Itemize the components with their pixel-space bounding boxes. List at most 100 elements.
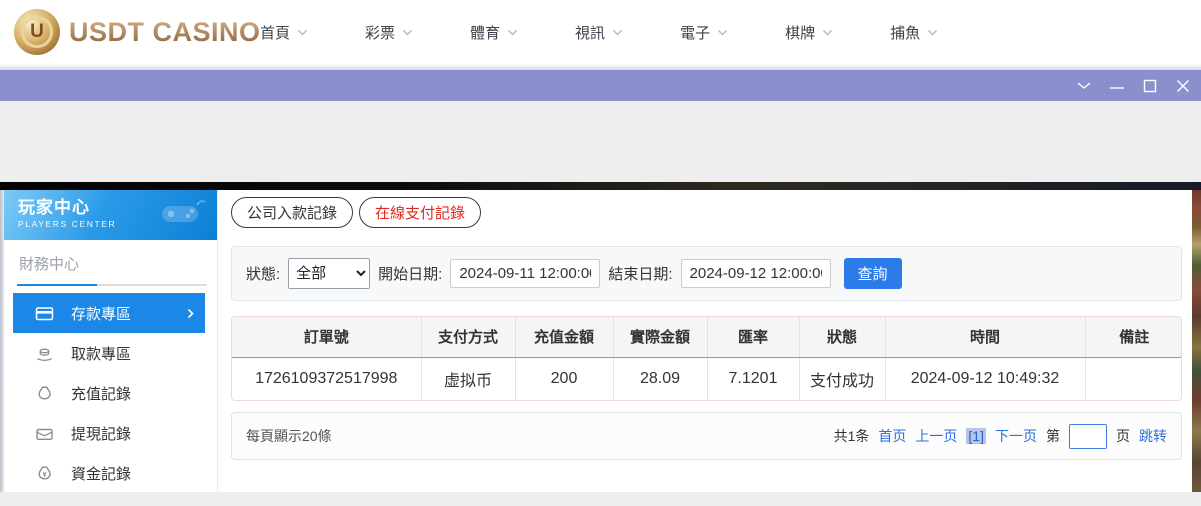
sidebar-item-withdrawal-records[interactable]: 提現記錄: [13, 413, 209, 453]
player-center-subtitle: PLAYERS CENTER: [18, 219, 117, 229]
record-tabs: 公司入款記錄 在線支付記錄: [231, 197, 482, 228]
bank-card-icon: [34, 303, 54, 323]
nav-item-fishing[interactable]: 捕魚: [890, 22, 938, 43]
end-date-input[interactable]: [680, 259, 831, 288]
total-count-text: 共1条: [833, 428, 870, 444]
first-page-link[interactable]: 首页: [878, 426, 906, 446]
page-size-text: 每頁顯示20條: [246, 428, 332, 444]
maximize-icon[interactable]: [1142, 78, 1158, 94]
nav-label: 電子: [680, 24, 711, 42]
chevron-down-icon: [717, 29, 728, 36]
player-center-banner: 玩家中心 PLAYERS CENTER: [4, 190, 217, 240]
search-button[interactable]: 查詢: [843, 258, 902, 289]
background-page-edge: [1192, 190, 1201, 492]
chevron-down-icon: [507, 29, 518, 36]
app-window: U USDT CASINO 首頁 彩票 體育 視訊 電子 棋牌 捕魚 玩家中心 …: [0, 0, 1201, 506]
wallet-icon: [34, 423, 54, 443]
table-header-row: 訂單號 支付方式 充值金額 實際金額 匯率 狀態 時間 備註: [232, 317, 1181, 358]
cell-status: 支付成功: [799, 357, 886, 400]
cell-remark: [1085, 357, 1181, 400]
nav-item-lottery[interactable]: 彩票: [365, 22, 413, 43]
collapse-icon[interactable]: [1076, 78, 1092, 94]
col-actual-amount: 實際金額: [613, 317, 708, 358]
chevron-down-icon: [402, 29, 413, 36]
col-recharge-amount: 充值金額: [515, 317, 614, 358]
end-date-label: 結束日期:: [608, 266, 673, 283]
jump-prefix-label: 第: [1046, 428, 1060, 444]
cell-order-number: 1726109372517998: [232, 357, 422, 400]
nav-label: 捕魚: [890, 24, 921, 42]
window-titlebar: [0, 70, 1201, 101]
status-select[interactable]: 全部: [288, 258, 371, 289]
site-logo[interactable]: U USDT CASINO: [14, 9, 261, 55]
pagination-bar: 每頁顯示20條 共1条 首页 上一页 [1] 下一页 第 页 跳转: [231, 412, 1182, 460]
sidebar-divider: [17, 284, 207, 286]
col-exchange-rate: 匯率: [707, 317, 800, 358]
sidebar-item-deposit-zone[interactable]: 存款專區: [13, 293, 205, 333]
sidebar-item-label: 提現記錄: [71, 425, 132, 443]
sidebar-item-funds-records[interactable]: 資金記錄: [13, 453, 209, 493]
window-controls: [1076, 70, 1191, 101]
sidebar-section-title: 財務中心: [19, 256, 80, 273]
status-label: 狀態:: [246, 266, 281, 283]
minimize-icon[interactable]: [1109, 78, 1125, 94]
sidebar-item-label: 充值記錄: [71, 385, 132, 403]
sidebar-item-recharge-records[interactable]: 充值記錄: [13, 373, 209, 413]
chevron-down-icon: [822, 29, 833, 36]
nav-item-home[interactable]: 首頁: [260, 22, 308, 43]
filter-bar: 狀態: 全部 開始日期: 結束日期: 查詢: [231, 246, 1182, 301]
nav-item-sports[interactable]: 體育: [470, 22, 518, 43]
player-center-title: 玩家中心: [18, 198, 90, 217]
logo-text: USDT CASINO: [69, 16, 261, 47]
start-date-input[interactable]: [450, 259, 601, 288]
next-page-link[interactable]: 下一页: [995, 426, 1037, 446]
nav-label: 體育: [470, 24, 501, 42]
col-payment-method: 支付方式: [421, 317, 516, 358]
money-pouch-icon: [34, 463, 54, 483]
cell-recharge-amount: 200: [515, 357, 614, 400]
cell-exchange-rate: 7.1201: [707, 357, 800, 400]
sidebar-item-label: 取款專區: [71, 345, 132, 363]
nav-label: 彩票: [365, 24, 396, 42]
main-area: 玩家中心 PLAYERS CENTER 財務中心 存款專區 取款專區 充值記錄 …: [0, 190, 1201, 492]
nav-label: 視訊: [575, 24, 606, 42]
chevron-down-icon: [297, 29, 308, 36]
records-content-panel: 公司入款記錄 在線支付記錄 狀態: 全部 開始日期: 結束日期: 查詢: [217, 190, 1192, 492]
col-remark: 備註: [1085, 317, 1181, 358]
sidebar-item-label: 資金記錄: [71, 465, 132, 483]
logo-letter: U: [30, 21, 44, 42]
records-table: 訂單號 支付方式 充值金額 實際金額 匯率 狀態 時間 備註 172610937: [231, 316, 1182, 401]
col-time: 時間: [885, 317, 1086, 358]
nav-item-cards[interactable]: 棋牌: [785, 22, 833, 43]
start-date-label: 開始日期:: [378, 266, 443, 283]
tab-online-payment-records[interactable]: 在線支付記錄: [359, 197, 482, 228]
nav-item-slots[interactable]: 電子: [680, 22, 728, 43]
current-page-indicator: [1]: [966, 428, 986, 444]
main-nav: 首頁 彩票 體育 視訊 電子 棋牌 捕魚: [260, 0, 938, 64]
table-row: 1726109372517998 虚拟币 200 28.09 7.1201 支付…: [232, 357, 1181, 400]
page-jump-input[interactable]: [1069, 423, 1107, 449]
nav-label: 棋牌: [785, 24, 816, 42]
jump-button[interactable]: 跳转: [1139, 426, 1167, 446]
pagination-controls: 共1条 首页 上一页 [1] 下一页 第 页 跳转: [833, 423, 1167, 449]
close-icon[interactable]: [1175, 78, 1191, 94]
tab-company-deposit-records[interactable]: 公司入款記錄: [231, 197, 354, 228]
money-bag-icon: [34, 383, 54, 403]
nav-label: 首頁: [260, 24, 291, 42]
jump-suffix-label: 页: [1116, 428, 1130, 444]
site-header: U USDT CASINO 首頁 彩票 體育 視訊 電子 棋牌 捕魚: [0, 0, 1201, 64]
sidebar-item-withdraw-zone[interactable]: 取款專區: [13, 333, 209, 373]
sidebar-item-label: 存款專區: [71, 305, 132, 323]
gamepad-icon: [159, 197, 209, 234]
col-status: 狀態: [799, 317, 886, 358]
cell-payment-method: 虚拟币: [421, 357, 516, 400]
prev-page-link[interactable]: 上一页: [915, 426, 957, 446]
cell-time: 2024-09-12 10:49:32: [885, 357, 1086, 400]
player-center-sidebar: 玩家中心 PLAYERS CENTER 財務中心 存款專區 取款專區 充值記錄 …: [4, 190, 217, 492]
logo-ball-icon: U: [14, 9, 60, 55]
dark-divider-strip: [0, 182, 1201, 190]
chevron-right-icon: [187, 306, 194, 323]
nav-item-live[interactable]: 視訊: [575, 22, 623, 43]
hand-coins-icon: [34, 343, 54, 363]
chevron-down-icon: [927, 29, 938, 36]
